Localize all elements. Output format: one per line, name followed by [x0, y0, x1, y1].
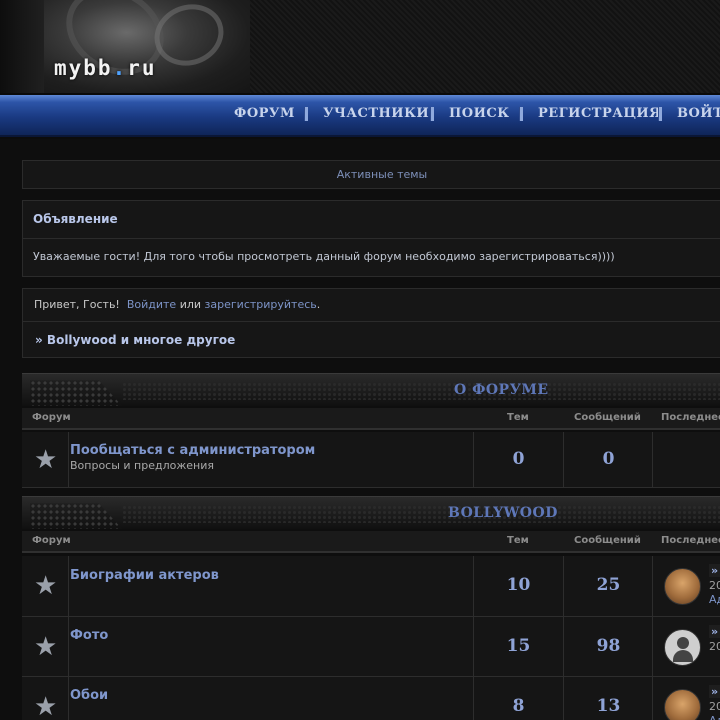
site-logo[interactable]: mybb.ru [54, 56, 157, 80]
column-last-post: Последнее [661, 412, 720, 423]
divider [23, 238, 720, 239]
last-post-cell [652, 432, 720, 487]
topics-count: 15 [473, 617, 563, 676]
welcome-block: Привет, Гость! Войдите или зарегистрируй… [22, 288, 720, 358]
star-icon: ★ [34, 444, 58, 475]
header-art-swirl [145, 0, 233, 76]
forum-row: ★ Пообщаться с администратором Вопросы и… [22, 432, 720, 488]
column-posts: Сообщений [574, 412, 641, 423]
last-post-link[interactable]: » [709, 685, 720, 698]
header-left-edge [0, 0, 45, 93]
topics-count: 10 [473, 556, 563, 616]
avatar-icon[interactable] [664, 568, 701, 605]
category-stripe [122, 505, 720, 523]
register-link[interactable]: зарегистрируйтесь [205, 298, 317, 311]
forum-page: mybb.ru ФОРУМ УЧАСТНИКИ ПОИСК РЕГИСТРАЦИ… [0, 0, 720, 720]
nav-separator [304, 107, 308, 121]
logo-dot: . [112, 56, 128, 80]
category-stripe [122, 382, 720, 400]
last-post-date: 20 [709, 700, 720, 713]
last-post-link[interactable]: » [709, 564, 720, 577]
column-topics: Тем [507, 412, 529, 423]
logo-suffix: ru [127, 56, 157, 80]
category-title[interactable]: BOLLYWOOD [448, 505, 558, 521]
star-icon: ★ [34, 571, 58, 601]
or-text: или [179, 298, 202, 311]
nav-forum[interactable]: ФОРУМ [234, 106, 295, 121]
category-decoration [30, 380, 122, 406]
column-forum: Форум [32, 535, 71, 546]
category-decoration [30, 503, 122, 529]
last-post-cell: » 20 Ад [652, 556, 720, 616]
nav-search[interactable]: ПОИСК [449, 106, 510, 121]
announcement-block: Объявление Уважаемые гости! Для того что… [22, 200, 720, 277]
announcement-title: Объявление [33, 212, 118, 226]
last-post-date: 20 [709, 640, 720, 653]
forum-icon-cell: ★ [22, 617, 69, 676]
active-topics-link[interactable]: Активные темы [22, 160, 720, 189]
forum-row: ★ Биографии актеров 10 25 » 20 Ад [22, 556, 720, 617]
category-title[interactable]: О ФОРУМЕ [454, 382, 549, 398]
column-header-row: Форум Тем Сообщений Последнее [22, 531, 720, 553]
topics-count: 0 [473, 432, 563, 487]
welcome-line: Привет, Гость! Войдите или зарегистрируй… [34, 298, 320, 311]
category-header: О ФОРУМЕ [22, 373, 720, 406]
main-navigation: ФОРУМ УЧАСТНИКИ ПОИСК РЕГИСТРАЦИЯ ВОЙТИ [0, 93, 720, 137]
column-header-row: Форум Тем Сообщений Последнее [22, 408, 720, 430]
forum-row: ★ Фото 15 98 » 20 [22, 617, 720, 677]
period-text: . [316, 298, 321, 311]
forum-row: ★ Обои 8 13 » 20 Ад [22, 677, 720, 720]
avatar-icon[interactable] [664, 689, 701, 720]
forum-icon-cell: ★ [22, 432, 69, 487]
forum-icon-cell: ★ [22, 677, 69, 720]
logo-text: mybb [54, 56, 113, 80]
forum-icon-cell: ★ [22, 556, 69, 616]
nav-separator [519, 107, 523, 121]
last-post-date: 20 [709, 579, 720, 592]
site-header: mybb.ru [0, 0, 720, 93]
nav-separator [430, 107, 434, 121]
last-post-author[interactable]: Ад [709, 714, 720, 720]
posts-count: 13 [563, 677, 653, 720]
column-forum: Форум [32, 412, 71, 423]
nav-register[interactable]: РЕГИСТРАЦИЯ [538, 106, 661, 121]
forum-title[interactable]: Обои [70, 688, 108, 703]
breadcrumb[interactable]: » Bollywood и многое другое [35, 333, 235, 347]
topics-count: 8 [473, 677, 563, 720]
last-post-cell: » 20 [652, 617, 720, 676]
posts-count: 25 [563, 556, 653, 616]
category-header: BOLLYWOOD [22, 496, 720, 529]
nav-login[interactable]: ВОЙТИ [677, 106, 720, 121]
announcement-text: Уважаемые гости! Для того чтобы просмотр… [33, 250, 615, 263]
column-topics: Тем [507, 535, 529, 546]
default-user-icon[interactable] [664, 628, 701, 666]
posts-count: 0 [563, 432, 653, 487]
forum-title[interactable]: Биографии актеров [70, 568, 219, 583]
star-icon: ★ [34, 631, 58, 662]
divider [23, 321, 720, 322]
forum-title[interactable]: Пообщаться с администратором [70, 443, 315, 458]
posts-count: 98 [563, 617, 653, 676]
star-icon: ★ [34, 692, 58, 720]
greeting-text: Привет, Гость! [34, 298, 120, 311]
login-link[interactable]: Войдите [127, 298, 176, 311]
column-last-post: Последнее [661, 535, 720, 546]
last-post-cell: » 20 Ад [652, 677, 720, 720]
forum-title[interactable]: Фото [70, 628, 108, 643]
last-post-link[interactable]: » [709, 625, 720, 638]
last-post-author[interactable]: Ад [709, 593, 720, 606]
forum-description: Вопросы и предложения [70, 459, 214, 472]
column-posts: Сообщений [574, 535, 641, 546]
nav-members[interactable]: УЧАСТНИКИ [323, 106, 429, 121]
nav-separator [658, 107, 662, 121]
